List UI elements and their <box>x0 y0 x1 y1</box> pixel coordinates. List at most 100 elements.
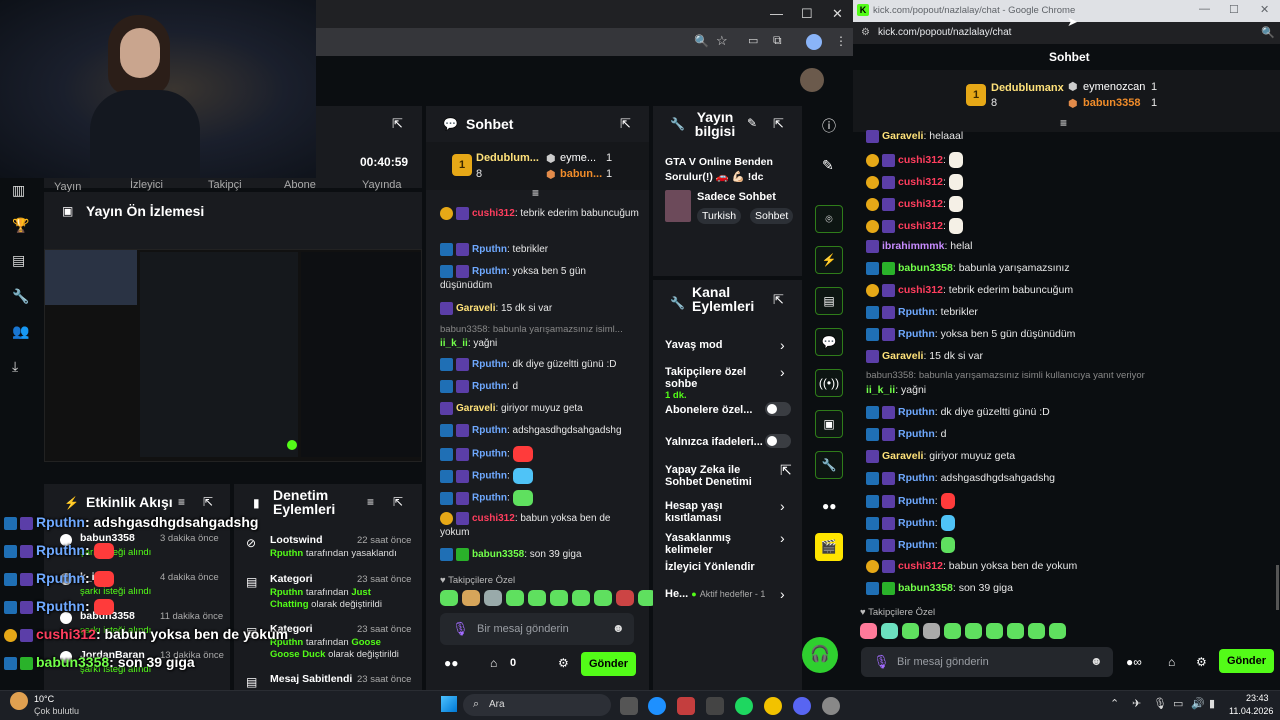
right-chat-username[interactable]: cushi312 <box>898 154 943 166</box>
right-close-button[interactable]: ✕ <box>1260 3 1269 16</box>
collapse-icon[interactable]: ≡ <box>532 186 539 200</box>
emote-icon[interactable] <box>923 623 940 639</box>
emote-icon[interactable] <box>1028 623 1045 639</box>
popout-icon[interactable]: ⇱ <box>392 116 403 132</box>
chevron-right-icon[interactable]: › <box>780 530 785 546</box>
right-chat-username[interactable]: ii_k_ii <box>866 384 895 396</box>
chat-username[interactable]: Garaveli <box>456 403 495 414</box>
channel-action-item[interactable]: Yapay Zeka ile Sohbet Denetimi <box>665 464 775 488</box>
chrome-icon[interactable] <box>764 697 782 715</box>
emote-icon[interactable] <box>1007 623 1024 639</box>
right-settings-icon[interactable]: ⚙ <box>1196 655 1207 669</box>
chat-username[interactable]: babun3358 <box>472 549 524 560</box>
chat-username[interactable]: Rputhn <box>472 381 507 392</box>
right-chat-input[interactable]: 🎙 Bir mesaj gönderin ☻ <box>861 647 1113 677</box>
settings-icon[interactable]: ⚙ <box>558 656 569 670</box>
right-emoji-icon[interactable]: ☻ <box>1090 654 1103 668</box>
bolt-icon[interactable]: ⚡ <box>815 246 843 274</box>
emote-icon[interactable] <box>944 623 961 639</box>
trophy-icon[interactable]: 🏆 <box>12 217 30 235</box>
download-icon[interactable]: ⤓ <box>12 358 30 376</box>
chat-username[interactable]: cushi312 <box>472 208 515 219</box>
tray-volume-icon[interactable]: 🔊 <box>1191 697 1205 710</box>
minimize-button[interactable]: — <box>770 6 783 21</box>
spotify-icon[interactable] <box>735 697 753 715</box>
channel-action-item[interactable]: Yasaklanmış kelimeler <box>665 532 775 556</box>
emote-icon[interactable] <box>881 623 898 639</box>
tag-turkish[interactable]: Turkish <box>697 208 742 224</box>
weather-icon[interactable] <box>10 692 28 710</box>
audit-filter-icon[interactable]: ≡ <box>367 495 374 509</box>
right-chat-username[interactable]: Rputhn <box>898 472 935 484</box>
video-icon[interactable]: ▤ <box>12 252 30 270</box>
stream-preview-video[interactable] <box>44 249 422 462</box>
channel-action-item[interactable]: Takipçilere özel sohbe 1 dk. <box>665 366 775 401</box>
tool-icon[interactable]: 🔧 <box>815 451 843 479</box>
document-icon[interactable]: ▤ <box>815 287 843 315</box>
emote-icon[interactable] <box>572 590 590 606</box>
tray-battery-icon[interactable]: ▮ <box>1209 697 1215 710</box>
bookmark-star-icon[interactable]: ☆ <box>716 33 728 49</box>
menu-dots-icon[interactable]: ⋮ <box>835 34 847 48</box>
info-circle-icon[interactable]: ⓘ <box>822 116 836 136</box>
right-chat-username[interactable]: Rputhn <box>898 406 935 418</box>
channel-action-item[interactable]: Yalnızca ifadeleri... <box>665 436 775 448</box>
site-settings-icon[interactable]: ⚙ <box>861 27 870 38</box>
right-chat-username[interactable]: Rputhn <box>898 328 935 340</box>
taskbar-search[interactable]: ⌕ Ara <box>463 694 611 716</box>
channel-action-item[interactable]: Hesap yaşı kısıtlaması <box>665 500 775 524</box>
emote-icon[interactable] <box>506 590 524 606</box>
chevron-right-icon[interactable]: › <box>780 364 785 380</box>
users-icon[interactable]: 👥 <box>12 323 30 341</box>
chat-username[interactable]: ii_k_ii <box>440 338 468 349</box>
chat-username[interactable]: Rputhn <box>472 425 507 436</box>
right-chat-username[interactable]: Rputhn <box>898 539 935 551</box>
device-icon[interactable]: ▣ <box>815 410 843 438</box>
app-p-icon[interactable] <box>677 697 695 715</box>
chat-username[interactable]: Rputhn <box>472 266 507 277</box>
info-popout-icon[interactable]: ⇱ <box>773 116 784 132</box>
right-chat-username[interactable]: babun3358 <box>898 582 953 594</box>
mic-icon[interactable]: 🎙 <box>452 621 469 637</box>
right-maximize-button[interactable]: ☐ <box>1229 3 1239 16</box>
right-chat-username[interactable]: cushi312 <box>898 176 943 188</box>
right-chat-username[interactable]: ibrahimmmk <box>882 240 944 252</box>
right-store-icon[interactable]: ⌂ <box>1168 655 1175 669</box>
extensions-icon[interactable]: ⧉ <box>773 33 782 48</box>
right-chat-username[interactable]: Garaveli <box>882 130 923 142</box>
activity-popout-icon[interactable]: ⇱ <box>203 495 213 509</box>
tray-mic-icon[interactable]: 🎙 <box>1153 697 1167 710</box>
right-mic-icon[interactable]: 🎙 <box>873 654 890 670</box>
right-chat-username[interactable]: cushi312 <box>898 284 943 296</box>
screenshot-icon[interactable]: ⌾ <box>815 205 843 233</box>
chevron-right-icon[interactable]: › <box>780 498 785 514</box>
right-collapse-icon[interactable]: ≡ <box>1060 116 1067 130</box>
right-chat-username[interactable]: Garaveli <box>882 350 923 362</box>
emote-icon[interactable] <box>594 590 612 606</box>
right-minimize-button[interactable]: — <box>1199 3 1210 15</box>
users-rail-icon[interactable]: ●● <box>822 499 837 513</box>
close-button[interactable]: ✕ <box>832 6 843 22</box>
chat-username[interactable]: cushi312 <box>472 513 515 524</box>
emote-icon[interactable] <box>902 623 919 639</box>
chat-username[interactable]: Garaveli <box>456 303 495 314</box>
filter-icon[interactable]: ≡ <box>178 495 185 509</box>
right-chat-username[interactable]: babun3358 <box>898 262 953 274</box>
headset-support-icon[interactable]: 🎧 <box>802 637 838 673</box>
category-name[interactable]: Sadece Sohbet <box>697 191 776 203</box>
app-gear-icon[interactable] <box>822 697 840 715</box>
wrench-icon[interactable]: 🔧 <box>12 288 30 306</box>
audit-popout-icon[interactable]: ⇱ <box>393 495 403 509</box>
right-chat-username[interactable]: Rputhn <box>898 495 935 507</box>
task-view-icon[interactable] <box>620 697 638 715</box>
channel-action-toggle[interactable] <box>765 434 791 448</box>
emote-icon[interactable] <box>440 590 458 606</box>
right-chat-username[interactable]: Garaveli <box>882 450 923 462</box>
clapper-icon[interactable]: 🎬 <box>815 533 843 561</box>
clock-date[interactable]: 11.04.2026 <box>1229 706 1273 716</box>
actions-popout-icon[interactable]: ⇱ <box>773 292 784 308</box>
emote-icon[interactable] <box>528 590 546 606</box>
chat-username[interactable]: Rputhn <box>472 471 507 482</box>
chat-username[interactable]: Rputhn <box>472 449 507 460</box>
chat-username[interactable]: Rputhn <box>472 493 507 504</box>
